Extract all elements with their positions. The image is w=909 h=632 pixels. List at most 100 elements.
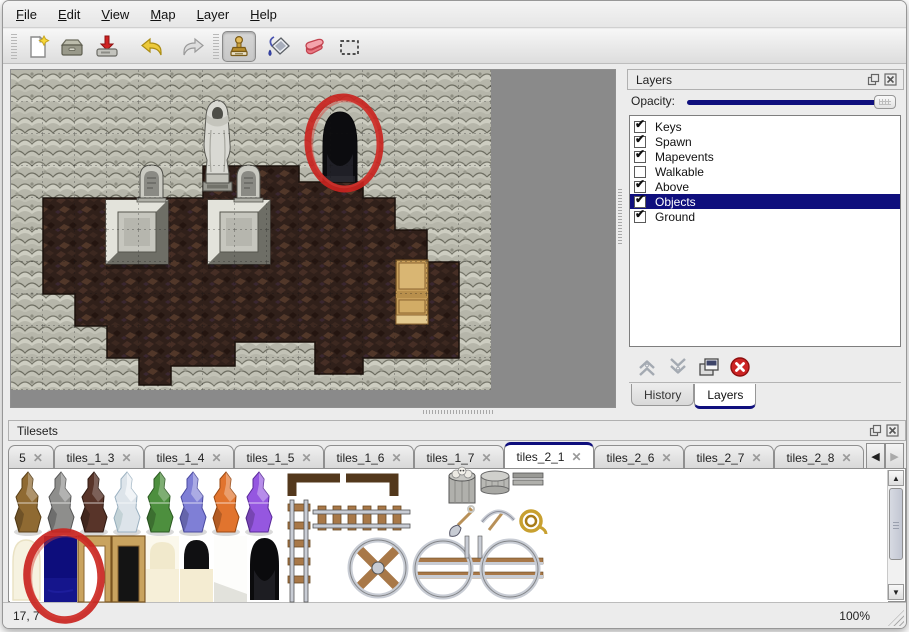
- opacity-slider-track[interactable]: [687, 100, 879, 105]
- tileset-tab-2[interactable]: tiles_1_4 ✕: [144, 445, 234, 469]
- close-panel-icon[interactable]: [886, 424, 899, 437]
- eraser-icon: [299, 33, 327, 61]
- tileset-column: [481, 471, 509, 494]
- layer-visibility-checkbox[interactable]: ✔: [634, 211, 646, 223]
- layer-row-keys[interactable]: ✔ Keys: [630, 119, 900, 134]
- tileset-scrollbar[interactable]: ▲ ▼: [887, 470, 904, 600]
- tab-scroll-right-button[interactable]: ▶: [885, 443, 904, 469]
- close-tab-icon[interactable]: ✕: [121, 451, 131, 465]
- map-viewport[interactable]: [10, 69, 616, 408]
- tileset-tab-1[interactable]: tiles_1_3 ✕: [54, 445, 144, 469]
- scrollbar-thumb[interactable]: [889, 488, 903, 560]
- stamp-tool-button[interactable]: [222, 31, 256, 62]
- undo-button[interactable]: [138, 32, 167, 61]
- tileset-content: ▲ ▼: [8, 468, 906, 602]
- layer-visibility-checkbox[interactable]: ✔: [634, 136, 646, 148]
- stamp-icon: [226, 34, 252, 60]
- tilesets-panel-title: Tilesets: [9, 424, 58, 438]
- tileset-tab-3[interactable]: tiles_1_5 ✕: [234, 445, 324, 469]
- tileset-selected-tile: [44, 536, 77, 602]
- layer-visibility-checkbox[interactable]: ✔: [634, 151, 646, 163]
- toolbar-drag-handle-2[interactable]: [213, 33, 219, 59]
- layer-visibility-checkbox[interactable]: ✔: [634, 121, 646, 133]
- close-tab-icon[interactable]: ✕: [211, 451, 221, 465]
- menu-bar: File Edit View Map Layer Help: [3, 1, 906, 28]
- tileset-tab-5[interactable]: tiles_1_7 ✕: [414, 445, 504, 469]
- tileset-tab-7[interactable]: tiles_2_6 ✕: [594, 445, 684, 469]
- close-panel-icon[interactable]: [884, 73, 897, 86]
- duplicate-layer-button[interactable]: [697, 355, 721, 379]
- menu-layer[interactable]: Layer: [197, 7, 230, 22]
- delete-layer-button[interactable]: [728, 355, 752, 379]
- menu-view[interactable]: View: [101, 7, 129, 22]
- scroll-down-button[interactable]: ▼: [888, 584, 904, 600]
- close-tab-icon[interactable]: ✕: [841, 451, 851, 465]
- select-marquee-icon: [335, 33, 363, 61]
- layer-visibility-checkbox[interactable]: ✔: [634, 196, 646, 208]
- open-file-button[interactable]: [57, 32, 86, 61]
- tileset-barrel-skulls: [449, 467, 475, 503]
- menu-file[interactable]: File: [16, 7, 37, 22]
- opacity-slider-thumb[interactable]: [874, 95, 896, 109]
- close-tab-icon[interactable]: ✕: [391, 451, 401, 465]
- toolbar: [3, 29, 906, 64]
- layer-row-ground[interactable]: ✔ Ground: [630, 209, 900, 224]
- undo-arrow-icon: [139, 33, 167, 61]
- opacity-label: Opacity:: [631, 94, 675, 108]
- close-tab-icon[interactable]: ✕: [301, 451, 311, 465]
- vertical-splitter-handle[interactable]: [618, 188, 622, 244]
- tab-layers[interactable]: Layers: [694, 384, 756, 409]
- tab-history[interactable]: History: [631, 384, 694, 406]
- menu-help[interactable]: Help: [250, 7, 277, 22]
- tilesets-panel-titlebar: Tilesets: [8, 420, 906, 441]
- horizontal-splitter-handle[interactable]: [423, 410, 495, 414]
- layer-row-mapevents[interactable]: ✔ Mapevents: [630, 149, 900, 164]
- close-tab-icon[interactable]: ✕: [661, 451, 671, 465]
- tileset-tab-6-active[interactable]: tiles_2_1 ✕: [504, 442, 594, 469]
- window-resize-grip[interactable]: [888, 610, 904, 626]
- close-tab-icon[interactable]: ✕: [481, 451, 491, 465]
- layers-panel-titlebar: Layers: [627, 69, 904, 90]
- layer-row-walkable[interactable]: Walkable: [630, 164, 900, 179]
- tileset-canvas[interactable]: [10, 470, 888, 602]
- fill-bucket-icon: [264, 33, 292, 61]
- tileset-tab-8[interactable]: tiles_2_7 ✕: [684, 445, 774, 469]
- raise-layer-button[interactable]: [635, 355, 659, 379]
- new-file-button[interactable]: [23, 32, 52, 61]
- redo-button[interactable]: [177, 32, 206, 61]
- tileset-tab-9[interactable]: tiles_2_8 ✕: [774, 445, 864, 469]
- close-tab-icon[interactable]: ✕: [751, 451, 761, 465]
- tileset-tabs: 5 ✕ tiles_1_3 ✕ tiles_1_4 ✕ tiles_1_5 ✕ …: [8, 442, 906, 469]
- redo-arrow-icon: [178, 33, 206, 61]
- lower-layer-button[interactable]: [666, 355, 690, 379]
- layer-tools: [629, 352, 901, 383]
- map-canvas[interactable]: [11, 70, 615, 407]
- layers-panel-title: Layers: [628, 73, 672, 87]
- tab-scroll-left-button[interactable]: ◀: [866, 443, 885, 469]
- tileset-door-tiles: [13, 536, 279, 602]
- app-window: File Edit View Map Layer Help: [2, 0, 907, 629]
- close-tab-icon[interactable]: ✕: [571, 450, 581, 464]
- layer-row-above[interactable]: ✔ Above: [630, 179, 900, 194]
- layer-row-spawn[interactable]: ✔ Spawn: [630, 134, 900, 149]
- layer-visibility-checkbox[interactable]: ✔: [634, 181, 646, 193]
- new-file-icon: [24, 33, 52, 61]
- tileset-tab-0[interactable]: 5 ✕: [8, 445, 54, 469]
- menu-edit[interactable]: Edit: [58, 7, 80, 22]
- fill-tool-button[interactable]: [263, 32, 292, 61]
- layer-row-objects[interactable]: ✔ Objects: [630, 194, 900, 209]
- float-panel-icon[interactable]: [867, 73, 880, 86]
- float-panel-icon[interactable]: [869, 424, 882, 437]
- save-file-button[interactable]: [92, 32, 121, 61]
- eraser-tool-button[interactable]: [298, 32, 327, 61]
- map-grid-overlay: [11, 70, 491, 390]
- save-icon: [93, 33, 121, 61]
- tileset-tab-4[interactable]: tiles_1_6 ✕: [324, 445, 414, 469]
- menu-map[interactable]: Map: [150, 7, 175, 22]
- toolbar-drag-handle[interactable]: [11, 33, 17, 59]
- open-folder-icon: [58, 33, 86, 61]
- close-tab-icon[interactable]: ✕: [33, 451, 43, 465]
- scroll-up-button[interactable]: ▲: [888, 470, 904, 486]
- select-tool-button[interactable]: [334, 32, 363, 61]
- layer-visibility-checkbox[interactable]: [634, 166, 646, 178]
